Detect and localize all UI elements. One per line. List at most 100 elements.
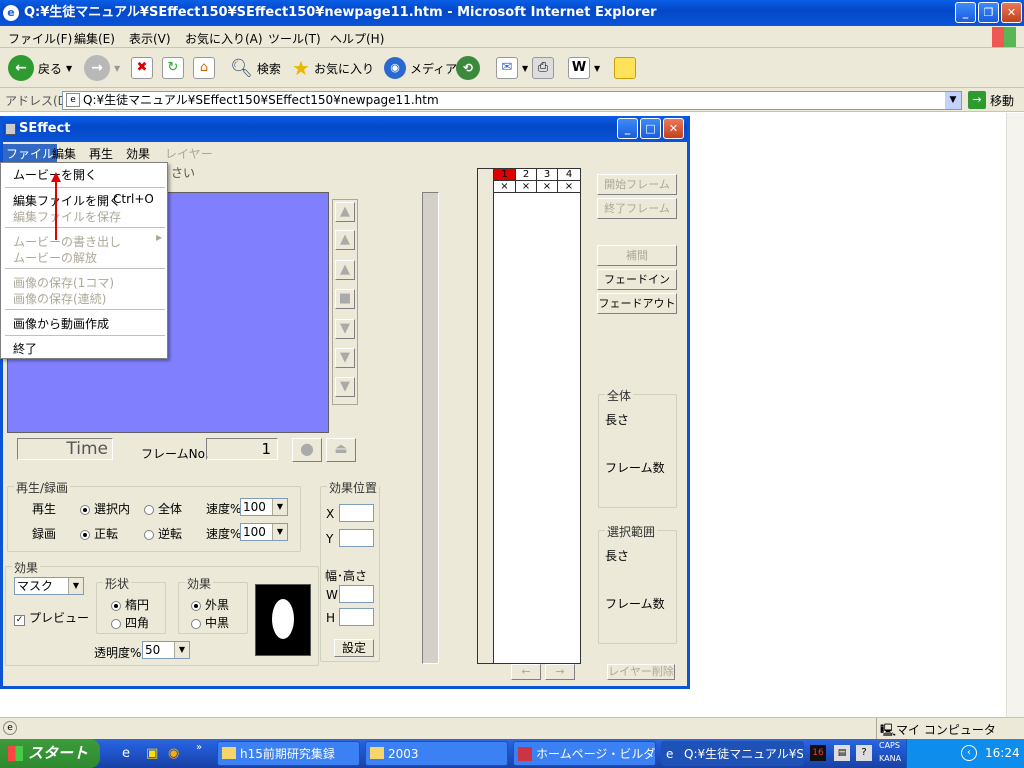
layer-left-button[interactable]: ← — [511, 664, 541, 680]
play-speed-select[interactable]: 100 ▼ — [240, 498, 288, 516]
task-homepage-builder[interactable]: ホームページ・ビルダ... — [513, 741, 656, 766]
desktop-quicklaunch-icon[interactable]: ▣ — [146, 746, 158, 761]
layer-col-1[interactable]: 1 — [494, 169, 516, 181]
ellipse-radio[interactable]: 楕円 — [111, 596, 149, 613]
x-input[interactable] — [339, 504, 374, 522]
se-menu-layer[interactable]: レイヤー — [165, 145, 213, 162]
menu-release-movie[interactable]: ムービーの解放 — [13, 249, 97, 266]
se-menu-file[interactable]: ファイル — [3, 144, 58, 163]
menu-help[interactable]: ヘルプ(H) — [330, 30, 384, 47]
menu-file[interactable]: ファイル(F) — [8, 30, 72, 47]
ie-title-bar[interactable]: e Q:¥生徒マニュアル¥SEffect150¥SEffect150¥newpa… — [0, 0, 1024, 26]
h-input[interactable] — [339, 608, 374, 626]
stop-play-button[interactable]: ■ — [335, 289, 355, 309]
media-button[interactable]: ◉ メディア — [384, 54, 457, 82]
address-input[interactable]: e Q:¥生徒マニュアル¥SEffect150¥SEffect150¥newpa… — [62, 91, 962, 110]
minimize-button[interactable]: _ — [955, 2, 976, 23]
fade-out-button[interactable]: フェードアウト — [597, 293, 677, 314]
fade-in-button[interactable]: フェードイン — [597, 269, 677, 290]
history-button[interactable]: ⟲ — [456, 54, 480, 82]
layer-mark-3[interactable]: × — [537, 181, 558, 192]
seffect-title-bar[interactable]: SEffect _ □ ✕ — [3, 116, 687, 142]
layer-mark-4[interactable]: × — [558, 181, 580, 192]
task-2003[interactable]: 2003 — [365, 741, 508, 766]
favorites-button[interactable]: ★ お気に入り — [292, 54, 374, 82]
record-speed-select[interactable]: 100 ▼ — [240, 523, 288, 541]
layer-col-2[interactable]: 2 — [516, 169, 537, 181]
restore-button[interactable]: ❐ — [978, 2, 999, 23]
se-minimize-button[interactable]: _ — [617, 118, 638, 139]
address-dropdown-icon[interactable]: ▼ — [945, 92, 961, 109]
se-menu-play[interactable]: 再生 — [89, 145, 113, 162]
frame-no-field[interactable]: 1 — [206, 438, 278, 460]
frame-slider[interactable] — [422, 192, 439, 664]
forward-button[interactable]: → ▼ — [84, 54, 120, 82]
play-selection-radio[interactable]: 選択内 — [80, 500, 130, 517]
w-input[interactable] — [339, 585, 374, 603]
opacity-select[interactable]: 50 ▼ — [142, 641, 190, 659]
media-quicklaunch-icon[interactable]: ◉ — [168, 746, 179, 761]
menu-edit[interactable]: 編集(E) — [74, 30, 115, 47]
print-button[interactable]: ⎙ — [532, 54, 554, 82]
layer-col-3[interactable]: 3 — [537, 169, 558, 181]
menu-exit[interactable]: 終了 — [13, 340, 37, 357]
go-button[interactable]: → 移動 — [968, 91, 1014, 109]
start-frame-button[interactable]: 開始フレーム — [597, 174, 677, 195]
home-button[interactable]: ⌂ — [193, 54, 215, 82]
layer-delete-button[interactable]: レイヤー削除 — [607, 664, 675, 680]
tray-app-icon[interactable]: 16 — [810, 745, 826, 761]
ime-icon[interactable]: ▤ — [834, 745, 850, 761]
tray-expand-icon[interactable]: ‹ — [961, 745, 977, 761]
ie-quicklaunch-icon[interactable]: e — [122, 746, 130, 761]
menu-save-edit-file[interactable]: 編集ファイルを保存 — [13, 208, 121, 225]
end-frame-button[interactable]: 終了フレーム — [597, 198, 677, 219]
outer-black-radio[interactable]: 外黒 — [191, 596, 229, 613]
messenger-button[interactable] — [614, 54, 636, 82]
edit-button[interactable]: W ▼ — [568, 54, 600, 82]
close-button[interactable]: ✕ — [1001, 2, 1022, 23]
y-input[interactable] — [339, 529, 374, 547]
task-ie[interactable]: e Q:¥生徒マニュアル¥S... — [661, 741, 804, 766]
record-button[interactable]: ● — [292, 438, 322, 462]
fast-up-button[interactable]: ▲ — [335, 230, 355, 250]
menu-make-movie-from-images[interactable]: 画像から動画作成 — [13, 315, 109, 332]
interpolate-button[interactable]: 補間 — [597, 245, 677, 266]
stop-button[interactable]: ✖ — [131, 54, 153, 82]
vertical-scrollbar[interactable] — [1006, 113, 1024, 717]
play-all-radio[interactable]: 全体 — [144, 500, 182, 517]
se-menu-effect[interactable]: 効果 — [126, 145, 150, 162]
help-icon[interactable]: ? — [856, 745, 872, 761]
se-close-button[interactable]: ✕ — [663, 118, 684, 139]
se-maximize-button[interactable]: □ — [640, 118, 661, 139]
quicklaunch-expand-icon[interactable]: » — [196, 742, 202, 753]
menu-export-movie[interactable]: ムービーの書き出し — [13, 233, 121, 250]
menu-save-image-cont[interactable]: 画像の保存(連続) — [13, 290, 106, 307]
search-button[interactable]: 🔍︎ 検索 — [230, 54, 281, 82]
bottom-button[interactable]: ▼ — [335, 377, 355, 397]
down-button[interactable]: ▼ — [335, 319, 355, 339]
back-button[interactable]: ← 戻る ▼ — [8, 54, 72, 82]
fast-down-button[interactable]: ▼ — [335, 348, 355, 368]
menu-tools[interactable]: ツール(T) — [268, 30, 321, 47]
menu-favorites[interactable]: お気に入り(A) — [185, 30, 263, 47]
menu-save-image-one[interactable]: 画像の保存(1コマ) — [13, 274, 114, 291]
inner-black-radio[interactable]: 中黒 — [191, 614, 229, 631]
mail-button[interactable]: ✉ ▼ — [496, 54, 528, 82]
layer-right-button[interactable]: → — [545, 664, 575, 680]
square-radio[interactable]: 四角 — [111, 614, 149, 631]
up-button[interactable]: ▲ — [335, 260, 355, 280]
menu-view[interactable]: 表示(V) — [129, 30, 171, 47]
set-button[interactable]: 設定 — [334, 639, 374, 657]
se-menu-edit[interactable]: 編集 — [52, 145, 76, 162]
layer-mark-1[interactable]: × — [494, 181, 516, 192]
preview-checkbox[interactable]: ✓ プレビュー — [14, 609, 89, 626]
refresh-button[interactable]: ↻ — [162, 54, 184, 82]
layer-col-4[interactable]: 4 — [558, 169, 580, 181]
eject-button[interactable]: ⏏ — [326, 438, 356, 462]
effect-type-select[interactable]: マスク ▼ — [14, 577, 84, 595]
menu-open-edit-file[interactable]: 編集ファイルを開く — [13, 192, 121, 209]
top-button[interactable]: ▲ — [335, 202, 355, 222]
layer-mark-2[interactable]: × — [516, 181, 537, 192]
task-h15[interactable]: h15前期研究集録 — [217, 741, 360, 766]
reverse-radio[interactable]: 逆転 — [144, 525, 182, 542]
